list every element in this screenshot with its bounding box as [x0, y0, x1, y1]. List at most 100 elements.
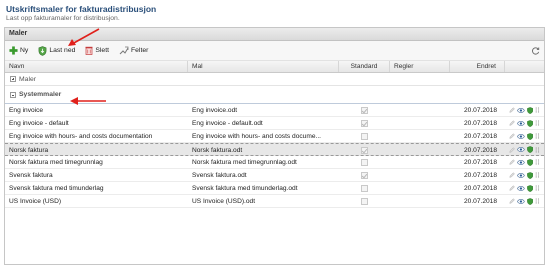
table-row[interactable]: Eng invoice with hours- and costs docume… — [5, 130, 544, 143]
row-standard — [339, 144, 390, 155]
preview-eye-icon[interactable] — [517, 159, 526, 166]
row-actions — [505, 182, 544, 194]
shield-icon[interactable] — [527, 145, 534, 154]
preview-eye-icon[interactable] — [517, 146, 526, 153]
preview-eye-icon[interactable] — [517, 172, 526, 179]
group-systemmaler-label: Systemmaler — [19, 90, 62, 98]
row-actions — [505, 169, 544, 181]
row-actions — [505, 144, 544, 155]
delete-button-label: Slett — [95, 47, 109, 54]
row-changed: 20.07.2018 — [463, 120, 497, 127]
refresh-button[interactable] — [531, 46, 540, 57]
row-changed: 20.07.2018 — [463, 198, 497, 205]
row-changed: 20.07.2018 — [463, 185, 497, 192]
preview-eye-icon[interactable] — [517, 133, 526, 140]
page-subtitle: Last opp fakturamaler for distribusjon. — [6, 15, 120, 22]
row-standard — [339, 117, 390, 129]
page-title: Utskriftsmaler for fakturadistribusjon — [6, 4, 157, 14]
table-row[interactable]: Svensk faktura Svensk faktura.odt 20.07.20… — [5, 169, 544, 182]
preview-eye-icon[interactable] — [517, 120, 526, 127]
row-standard — [339, 130, 390, 142]
shield-icon[interactable] — [527, 158, 534, 167]
group-systemmaler[interactable]: Systemmaler — [5, 86, 544, 104]
table-row[interactable]: Norsk faktura med timegrunnlag Norsk fakt… — [5, 156, 544, 169]
group-maler[interactable]: Maler — [5, 73, 544, 86]
fields-icon — [119, 46, 129, 55]
more-dots-icon[interactable] — [535, 119, 540, 127]
row-name: Svensk faktura med timunderlag — [9, 185, 104, 192]
row-rules — [390, 169, 450, 181]
shield-icon[interactable] — [527, 184, 534, 193]
download-button[interactable]: Last ned — [38, 45, 76, 56]
table-row[interactable]: Norsk faktura Norsk faktura.odt 20.07.2018 — [5, 143, 544, 156]
row-standard — [339, 156, 390, 168]
shield-icon[interactable] — [527, 197, 534, 206]
new-button-label: Ny — [20, 47, 29, 54]
table-row[interactable]: Eng invoice Eng invoice.odt 20.07.2018 — [5, 104, 544, 117]
shield-icon[interactable] — [527, 132, 534, 141]
delete-icon — [85, 46, 93, 55]
row-actions — [505, 104, 544, 116]
download-button-label: Last ned — [49, 47, 76, 54]
shield-icon[interactable] — [527, 171, 534, 180]
add-icon — [9, 46, 18, 55]
preview-eye-icon[interactable] — [517, 185, 526, 192]
collapse-icon[interactable] — [10, 91, 16, 98]
row-standard — [339, 195, 390, 207]
more-dots-icon[interactable] — [535, 197, 540, 205]
row-rules — [390, 104, 450, 116]
expand-icon[interactable] — [10, 76, 16, 82]
row-name: Norsk faktura med timegrunnlag — [9, 159, 103, 166]
edit-icon[interactable] — [509, 197, 515, 205]
row-changed: 20.07.2018 — [463, 147, 497, 154]
delete-button[interactable]: Slett — [85, 46, 109, 55]
edit-icon[interactable] — [509, 184, 515, 192]
column-header-name[interactable]: Navn — [5, 61, 188, 72]
row-template: Norsk faktura med timegrunnlag.odt — [192, 159, 297, 166]
more-dots-icon[interactable] — [535, 171, 540, 179]
edit-icon[interactable] — [509, 132, 515, 140]
row-template: Svensk faktura med timunderlag.odt — [192, 185, 298, 192]
edit-icon[interactable] — [509, 171, 515, 179]
row-actions — [505, 130, 544, 142]
row-template: Eng invoice - default.odt — [192, 120, 263, 127]
column-header-changed[interactable]: Endret — [450, 61, 505, 72]
download-shield-icon — [38, 45, 47, 56]
edit-icon[interactable] — [509, 119, 515, 127]
column-header-template[interactable]: Mal — [188, 61, 339, 72]
row-rules — [390, 130, 450, 142]
table-row[interactable]: Eng invoice - default Eng invoice - defau… — [5, 117, 544, 130]
row-standard — [339, 104, 390, 116]
edit-icon[interactable] — [509, 106, 515, 114]
row-changed: 20.07.2018 — [463, 133, 497, 140]
row-rules — [390, 117, 450, 129]
row-actions — [505, 195, 544, 207]
shield-icon[interactable] — [527, 119, 534, 128]
preview-eye-icon[interactable] — [517, 107, 526, 114]
column-header-rules[interactable]: Regler — [390, 61, 450, 72]
row-name: Svensk faktura — [9, 172, 53, 179]
row-actions — [505, 156, 544, 168]
edit-icon[interactable] — [509, 146, 515, 154]
row-changed: 20.07.2018 — [463, 159, 497, 166]
shield-icon[interactable] — [527, 106, 534, 115]
standard-checkbox — [361, 197, 368, 205]
group-maler-label: Maler — [19, 75, 36, 83]
table-row[interactable]: Svensk faktura med timunderlag Svensk fak… — [5, 182, 544, 195]
row-name: Eng invoice — [9, 107, 44, 114]
edit-icon[interactable] — [509, 158, 515, 166]
more-dots-icon[interactable] — [535, 132, 540, 140]
more-dots-icon[interactable] — [535, 184, 540, 192]
row-name: Eng invoice - default — [9, 120, 69, 127]
toolbar: Ny Last ned Slett Felter — [5, 41, 544, 61]
more-dots-icon[interactable] — [535, 146, 540, 154]
row-standard — [339, 169, 390, 181]
row-name: Norsk faktura — [9, 147, 49, 154]
more-dots-icon[interactable] — [535, 158, 540, 166]
table-row[interactable]: US Invoice (USD) US Invoice (USD).odt 20.0… — [5, 195, 544, 208]
new-button[interactable]: Ny — [9, 46, 28, 55]
column-header-standard[interactable]: Standard — [339, 61, 390, 72]
more-dots-icon[interactable] — [535, 106, 540, 114]
fields-button[interactable]: Felter — [119, 46, 148, 55]
preview-eye-icon[interactable] — [517, 198, 526, 205]
